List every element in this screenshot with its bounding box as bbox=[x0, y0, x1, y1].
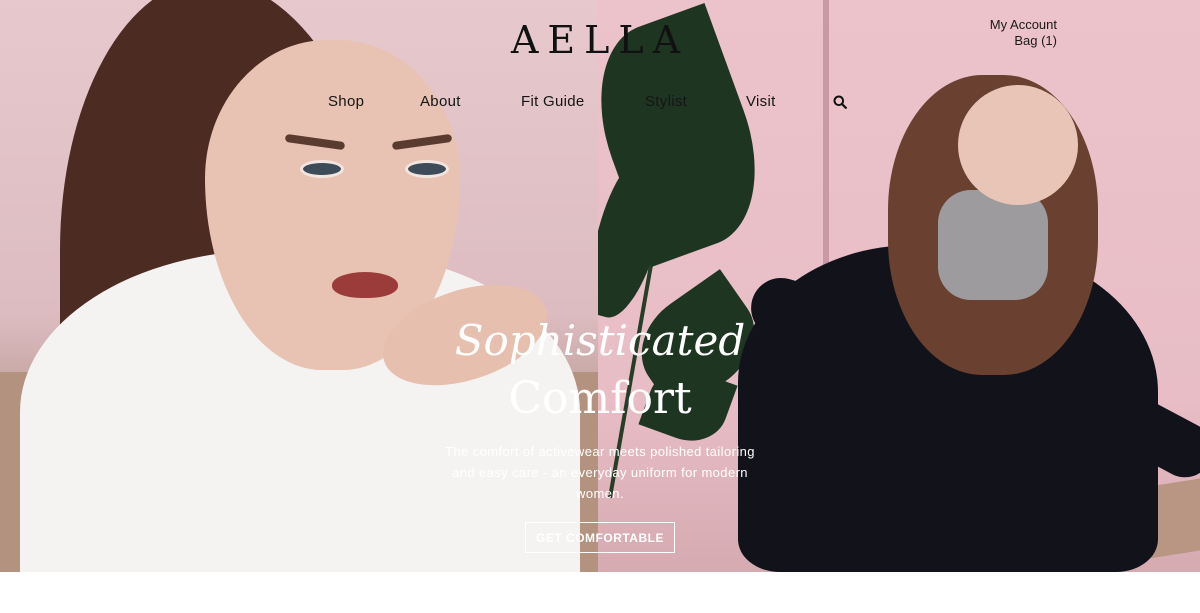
model-grey-turtleneck bbox=[938, 190, 1048, 300]
account-links: My Account Bag (1) bbox=[990, 17, 1057, 49]
hero-headline: Comfort bbox=[508, 373, 692, 424]
model-lips bbox=[332, 272, 398, 298]
main-nav: Shop About Fit Guide Stylist Visit bbox=[0, 93, 1200, 113]
nav-item-visit[interactable]: Visit bbox=[746, 93, 776, 110]
get-comfortable-button[interactable]: GET COMFORTABLE bbox=[525, 522, 675, 553]
model-eye bbox=[405, 160, 449, 178]
nav-item-shop[interactable]: Shop bbox=[328, 93, 364, 110]
search-icon[interactable] bbox=[833, 95, 847, 109]
nav-item-stylist[interactable]: Stylist bbox=[645, 93, 687, 110]
my-account-link[interactable]: My Account bbox=[990, 17, 1057, 33]
hero-tagline: Sophisticated bbox=[454, 316, 746, 365]
bag-link[interactable]: Bag (1) bbox=[990, 33, 1057, 49]
nav-item-fit-guide[interactable]: Fit Guide bbox=[521, 93, 585, 110]
nav-item-about[interactable]: About bbox=[420, 93, 461, 110]
hero-description: The comfort of activewear meets polished… bbox=[445, 444, 755, 501]
model-eye bbox=[300, 160, 344, 178]
